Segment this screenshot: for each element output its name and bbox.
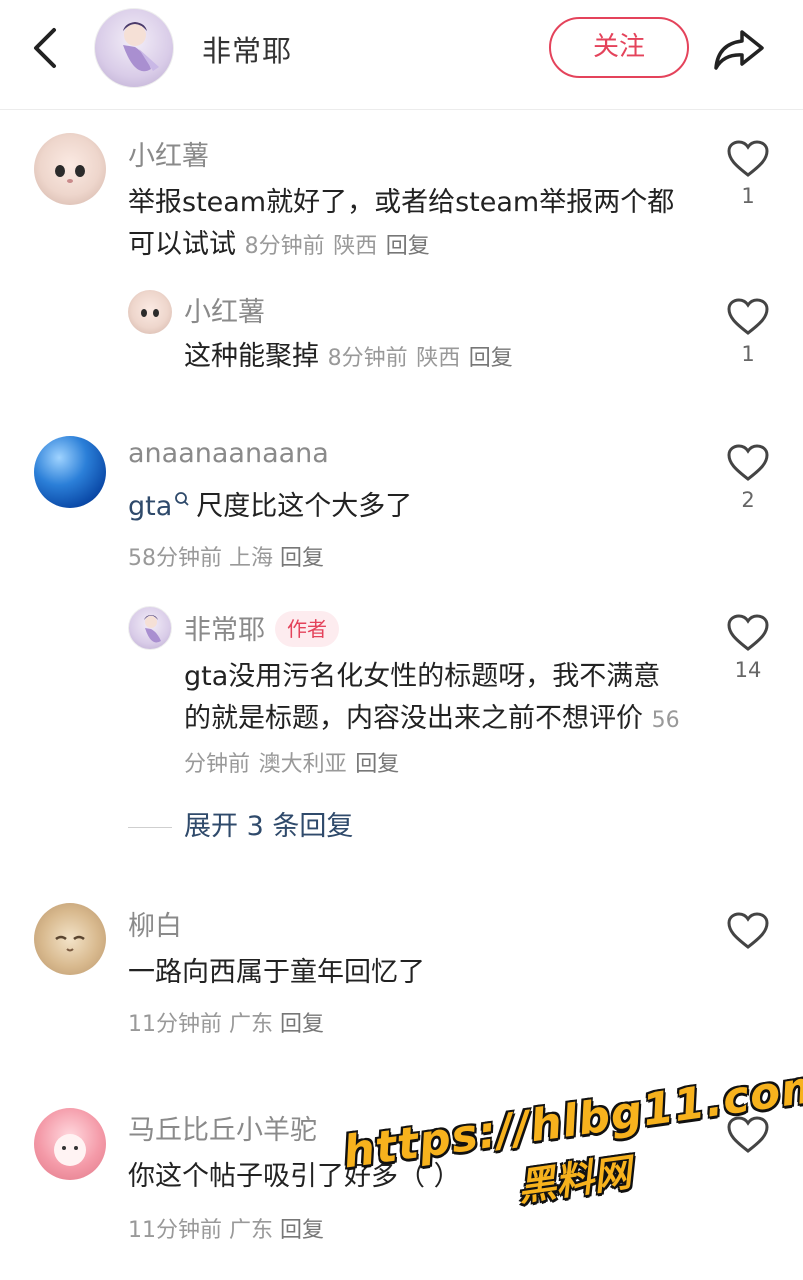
comment-location: 上海 xyxy=(229,546,274,571)
comment-body: 尺度比这个大多了 xyxy=(196,491,413,522)
chevron-left-icon xyxy=(34,28,56,68)
share-arrow-icon xyxy=(714,30,764,70)
comment-time: 11分钟前 xyxy=(128,1218,222,1243)
author-avatar[interactable] xyxy=(94,8,174,88)
heart-outline-icon xyxy=(727,614,769,651)
comment-location: 广东 xyxy=(229,1012,274,1037)
tabby-cat-avatar-image xyxy=(55,935,85,952)
author-name[interactable]: 非常耶 xyxy=(202,28,292,70)
commenter-avatar[interactable] xyxy=(34,436,106,508)
reply-body: gta没用污名化女性的标题呀，我不满意的就是标题，内容没出来之前不想评价 xyxy=(184,661,661,734)
comment-time: 58分钟前 xyxy=(128,546,222,571)
reply-location: 陕西 xyxy=(416,346,461,371)
heart-outline-icon xyxy=(727,140,769,177)
commenter-name[interactable]: 柳白 xyxy=(128,904,182,943)
heart-outline-icon xyxy=(727,444,769,481)
comment-meta: 11分钟前 广东 回复 xyxy=(128,1212,324,1244)
commenter-avatar[interactable] xyxy=(34,1108,106,1180)
comment-text: 一路向西属于童年回忆了 xyxy=(128,952,688,994)
like-count: 14 xyxy=(734,658,762,682)
reply-body: 这种能聚掉 xyxy=(184,341,319,372)
comment-time: 11分钟前 xyxy=(128,1012,222,1037)
reply-time: 8分钟前 xyxy=(327,346,408,371)
reply-button[interactable]: 回复 xyxy=(355,752,399,777)
like-button[interactable]: 2 xyxy=(718,444,778,512)
reply-location: 澳大利亚 xyxy=(258,752,347,777)
like-count: 1 xyxy=(741,342,755,366)
top-bar: 非常耶 关注 xyxy=(0,0,803,110)
comment-location: 陕西 xyxy=(333,234,378,259)
comment-meta: 11分钟前 广东 回复 xyxy=(128,1006,324,1038)
reply-button[interactable]: 回复 xyxy=(469,346,513,371)
heart-outline-icon xyxy=(727,298,769,335)
back-button[interactable] xyxy=(26,24,66,72)
reply-button[interactable]: 回复 xyxy=(280,546,324,571)
commenter-name[interactable]: 马丘比丘小羊驼 xyxy=(128,1108,317,1147)
like-button[interactable]: 1 xyxy=(718,298,778,366)
reply-button[interactable]: 回复 xyxy=(280,1218,324,1243)
commenter-avatar[interactable] xyxy=(34,133,106,205)
reply-text: 这种能聚掉 8分钟前 陕西 回复 xyxy=(184,336,694,380)
search-tag-link[interactable]: gta xyxy=(128,491,196,522)
like-button[interactable]: 1 xyxy=(718,140,778,208)
heart-outline-icon xyxy=(727,912,769,949)
reply-user-name[interactable]: 小红薯 xyxy=(184,290,265,329)
commenter-name[interactable]: 小红薯 xyxy=(128,134,209,173)
commenter-name[interactable]: anaanaanaana xyxy=(128,438,329,469)
search-tag-text: gta xyxy=(128,491,173,522)
comment-body: 一路向西属于童年回忆了 xyxy=(128,957,425,988)
reply-avatar[interactable] xyxy=(128,606,172,650)
share-button[interactable] xyxy=(712,26,766,72)
like-button[interactable] xyxy=(718,912,778,950)
reply-text: gta没用污名化女性的标题呀，我不满意的就是标题，内容没出来之前不想评价 56分… xyxy=(184,656,684,786)
anime-girl-avatar-image xyxy=(144,615,161,643)
watermark-overlay: https://hlbg11.com 黑料网 xyxy=(340,1060,803,1235)
comment-text: 举报steam就好了，或者给steam举报两个都可以试试 8分钟前 陕西 回复 xyxy=(128,182,688,268)
comment-time: 8分钟前 xyxy=(244,234,325,259)
expand-replies-label: 展开 3 条回复 xyxy=(184,811,354,842)
author-reply-name[interactable]: 非常耶 xyxy=(184,615,265,646)
comment-text: gta 尺度比这个大多了 xyxy=(128,486,688,528)
anime-girl-avatar-image xyxy=(123,22,159,72)
search-tag-icon xyxy=(175,492,189,506)
reply-button[interactable]: 回复 xyxy=(280,1012,324,1037)
reply-user-name: 非常耶 作者 xyxy=(184,608,339,647)
like-count: 1 xyxy=(741,184,755,208)
commenter-avatar[interactable] xyxy=(34,903,106,975)
follow-button[interactable]: 关注 xyxy=(549,17,689,78)
like-count: 2 xyxy=(741,488,755,512)
white-cat-avatar-image xyxy=(55,165,85,183)
comment-location: 广东 xyxy=(229,1218,274,1243)
like-button[interactable]: 14 xyxy=(718,614,778,682)
expand-divider xyxy=(128,827,172,828)
pink-plush-avatar-image xyxy=(54,1134,86,1166)
comment-meta: 58分钟前 上海 回复 xyxy=(128,540,324,572)
reply-button[interactable]: 回复 xyxy=(386,234,430,259)
white-cat-avatar-image xyxy=(141,309,159,317)
reply-avatar[interactable] xyxy=(128,290,172,334)
expand-replies-button[interactable]: 展开 3 条回复 xyxy=(128,804,353,843)
author-badge: 作者 xyxy=(275,611,339,647)
